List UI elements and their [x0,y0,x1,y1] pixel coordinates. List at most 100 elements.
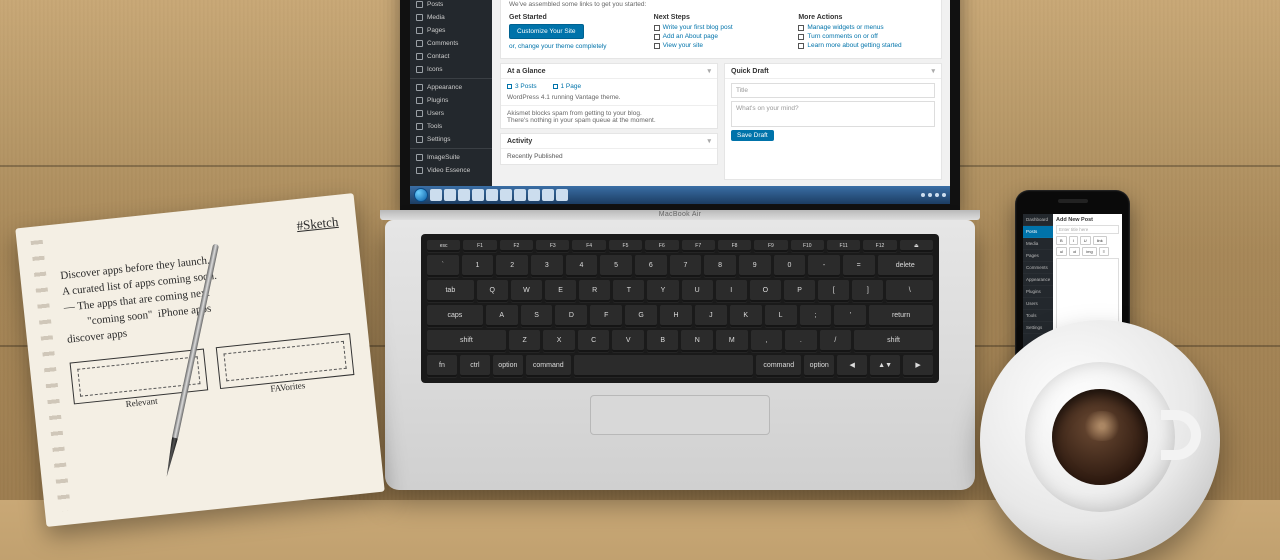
key[interactable]: R [579,280,610,302]
start-button[interactable] [414,188,428,202]
phone-menu-item[interactable]: Appearance [1023,274,1053,286]
key[interactable]: X [543,330,575,352]
phone-menu-item[interactable]: Users [1023,298,1053,310]
comments-toggle-link[interactable]: Turn comments on or off [798,33,933,40]
taskbar-app[interactable] [542,189,554,201]
taskbar-app[interactable] [486,189,498,201]
key[interactable]: command [756,355,801,377]
key[interactable]: return [869,305,933,327]
key[interactable]: F6 [645,240,678,252]
wp-menu-pages[interactable]: Pages [410,24,492,37]
key[interactable] [574,355,754,377]
phone-menu-item[interactable]: Posts [1023,226,1053,238]
taskbar-app[interactable] [556,189,568,201]
key[interactable]: ⏏ [900,240,933,252]
key[interactable]: shift [854,330,933,352]
key[interactable]: ' [834,305,866,327]
wp-menu-settings[interactable]: Settings [410,133,492,146]
key[interactable]: ] [852,280,883,302]
wp-menu-tools[interactable]: Tools [410,120,492,133]
key[interactable]: I [716,280,747,302]
view-site-link[interactable]: View your site [654,42,789,49]
taskbar-app[interactable] [430,189,442,201]
key[interactable]: F [590,305,622,327]
phone-menu-item[interactable]: Tools [1023,310,1053,322]
taskbar-app[interactable] [528,189,540,201]
phone-menu-item[interactable]: Pages [1023,250,1053,262]
key[interactable]: delete [878,255,933,277]
wp-menu-media[interactable]: Media [410,11,492,24]
wp-menu-users[interactable]: Users [410,107,492,120]
wp-menu-videoessence[interactable]: Video Essence [410,164,492,177]
key[interactable]: ` [427,255,459,277]
key[interactable]: 8 [704,255,736,277]
key[interactable]: M [716,330,748,352]
wp-menu-icons[interactable]: Icons [410,63,492,76]
taskbar-app[interactable] [514,189,526,201]
key[interactable]: O [750,280,781,302]
key[interactable]: 9 [739,255,771,277]
key[interactable]: F4 [572,240,605,252]
change-theme-link[interactable]: or, change your theme completely [509,43,644,50]
key[interactable]: Z [509,330,541,352]
key[interactable]: C [578,330,610,352]
key[interactable]: option [804,355,834,377]
toolbar-button[interactable]: link [1093,236,1107,245]
key[interactable]: E [545,280,576,302]
toggle-icon[interactable]: ▾ [931,67,935,75]
key[interactable]: ▲▼ [870,355,900,377]
key[interactable]: 4 [566,255,598,277]
key[interactable]: - [808,255,840,277]
key[interactable]: L [765,305,797,327]
save-draft-button[interactable]: Save Draft [731,130,774,141]
key[interactable]: = [843,255,875,277]
key[interactable]: F8 [718,240,751,252]
key[interactable]: Q [477,280,508,302]
key[interactable]: caps [427,305,483,327]
trackpad[interactable] [590,395,770,435]
taskbar-app[interactable] [458,189,470,201]
key[interactable]: F3 [536,240,569,252]
key[interactable]: W [511,280,542,302]
wp-menu-plugins[interactable]: Plugins [410,94,492,107]
key[interactable]: esc [427,240,460,252]
key[interactable]: D [555,305,587,327]
add-about-link[interactable]: Add an About page [654,33,789,40]
key[interactable]: [ [818,280,849,302]
system-tray[interactable] [921,193,946,197]
key[interactable]: ; [800,305,832,327]
key[interactable]: command [526,355,571,377]
key[interactable]: G [625,305,657,327]
customize-site-button[interactable]: Customize Your Site [509,24,584,39]
key[interactable]: S [521,305,553,327]
key[interactable]: tab [427,280,474,302]
key[interactable]: J [695,305,727,327]
toolbar-button[interactable]: U [1080,236,1091,245]
toolbar-button[interactable]: img [1082,247,1096,256]
key[interactable]: U [682,280,713,302]
key[interactable]: T [613,280,644,302]
key[interactable]: 6 [635,255,667,277]
key[interactable]: ctrl [460,355,490,377]
key[interactable]: ◀ [837,355,867,377]
toolbar-button[interactable]: I [1069,236,1078,245]
key[interactable]: ▶ [903,355,933,377]
wp-menu-contact[interactable]: Contact [410,50,492,63]
key[interactable]: 3 [531,255,563,277]
key[interactable]: P [784,280,815,302]
key[interactable]: F11 [827,240,860,252]
key[interactable]: F9 [754,240,787,252]
key[interactable]: 2 [496,255,528,277]
key[interactable]: F12 [863,240,896,252]
toolbar-button[interactable]: ol [1069,247,1080,256]
key[interactable]: K [730,305,762,327]
key[interactable]: Y [647,280,678,302]
wp-menu-appearance[interactable]: Appearance [410,78,492,94]
key[interactable]: fn [427,355,457,377]
key[interactable]: shift [427,330,506,352]
toggle-icon[interactable]: ▾ [707,67,711,75]
toolbar-button[interactable]: ul [1056,247,1067,256]
key[interactable]: F5 [609,240,642,252]
key[interactable]: F2 [500,240,533,252]
wp-menu-posts[interactable]: Posts [410,0,492,11]
